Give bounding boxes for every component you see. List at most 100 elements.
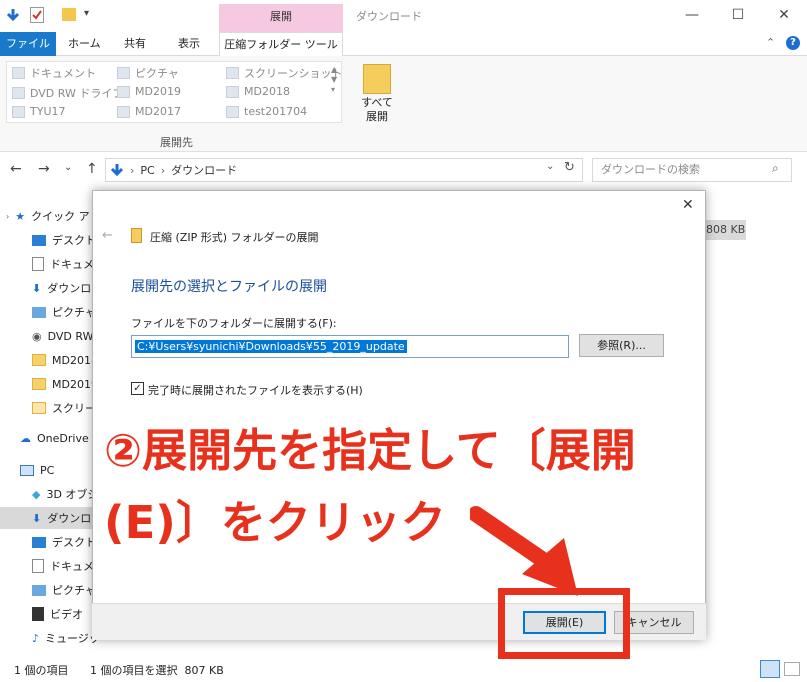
tab-home[interactable]: ホーム	[58, 32, 111, 56]
film-icon	[32, 607, 44, 621]
folder-icon	[226, 67, 239, 79]
annotation-highlight-box	[498, 588, 630, 659]
tab-share[interactable]: 共有	[114, 32, 156, 56]
folder-icon	[226, 105, 239, 118]
help-icon[interactable]: ?	[786, 36, 800, 50]
recent-dropdown-icon[interactable]: ⌄	[64, 162, 72, 173]
nav-item-dvd[interactable]: ◉ DVD RW	[32, 325, 93, 347]
refresh-icon[interactable]: ↻	[564, 160, 575, 175]
address-dropdown-icon[interactable]: ⌄	[546, 161, 554, 172]
nav-item-3d-objects[interactable]: ◆ 3D オブジ	[32, 483, 98, 505]
extract-all-label: すべて 展開	[361, 96, 393, 123]
nav-item-pictures[interactable]: ピクチャ	[32, 301, 96, 323]
dvd-drive-icon	[12, 87, 25, 99]
maximize-button[interactable]: ☐	[715, 0, 761, 32]
nav-item-pictures-pc[interactable]: ピクチャ	[32, 579, 96, 601]
document-icon	[32, 257, 44, 271]
collapse-ribbon-icon[interactable]: ⌃	[766, 36, 775, 49]
download-arrow-icon[interactable]	[6, 8, 20, 22]
navigation-pane: › ★ クイック ア デスクトッ ドキュメン ⬇ ダウンロー ピクチャ ◉ DVD RW…	[0, 200, 107, 655]
dialog-close-button[interactable]: ✕	[682, 197, 694, 213]
back-icon[interactable]: ←	[10, 161, 22, 177]
gallery-item-md2017[interactable]: MD2017	[117, 105, 181, 118]
search-input[interactable]: ダウンロードの検索	[592, 158, 792, 182]
nav-item-videos[interactable]: ビデオ	[32, 603, 83, 625]
tab-view[interactable]: 表示	[168, 32, 210, 56]
window-title: ダウンロード	[356, 10, 422, 23]
star-icon: ★	[15, 209, 26, 223]
zip-folder-icon	[363, 64, 391, 94]
breadcrumb-downloads[interactable]: ダウンロード	[171, 162, 237, 178]
desktop-icon	[32, 234, 46, 246]
close-window-button[interactable]: ✕	[761, 0, 807, 32]
annotation-line-1: ②展開先を指定して〔展開	[104, 424, 636, 477]
folder-icon	[32, 378, 46, 390]
details-view-icon[interactable]	[760, 660, 780, 678]
picture-icon	[32, 306, 46, 318]
picture-icon	[32, 584, 46, 596]
nav-item-md2018[interactable]: MD2018	[32, 349, 98, 371]
gallery-item-documents[interactable]: ドキュメント	[12, 65, 96, 81]
breadcrumb-pc[interactable]: PC	[140, 164, 154, 177]
folder-icon	[117, 105, 130, 118]
large-icons-view-icon[interactable]	[784, 662, 800, 676]
folder-icon	[32, 354, 46, 366]
nav-onedrive[interactable]: ☁ OneDrive	[20, 427, 89, 449]
dialog-title: 圧縮 (ZIP 形式) フォルダーの展開	[150, 231, 319, 244]
cloud-icon: ☁	[20, 431, 31, 445]
show-files-checkbox[interactable]: ✓	[131, 382, 144, 395]
annotation-line-2: (E)〕をクリック	[104, 496, 446, 549]
destination-path-input[interactable]: C:¥Users¥syunichi¥Downloads¥55_2019_upda…	[131, 335, 569, 358]
dialog-back-icon[interactable]: ←	[102, 228, 113, 243]
extract-all-button[interactable]: すべて 展開	[351, 62, 403, 132]
file-size-cell: 808 KB	[706, 220, 746, 240]
dvd-icon: ◉	[32, 329, 42, 343]
gallery-item-pictures[interactable]: ピクチャ	[117, 65, 179, 81]
nav-item-md2019[interactable]: MD2019	[32, 373, 98, 395]
downloads-icon	[110, 164, 124, 177]
gallery-item-md2019[interactable]: MD2019	[117, 85, 181, 98]
gallery-item-tyu17[interactable]: TYU17	[12, 105, 66, 118]
gallery-item-dvd[interactable]: DVD RW ドライブ	[12, 85, 123, 101]
minimize-button[interactable]: —	[669, 0, 715, 32]
gallery-item-test201704[interactable]: test201704	[226, 105, 307, 118]
properties-icon[interactable]	[30, 7, 44, 23]
context-tab-extract: 展開	[219, 4, 343, 32]
show-files-label: 完了時に展開されたファイルを表示する(H)	[148, 384, 363, 397]
new-folder-icon[interactable]	[62, 8, 76, 21]
status-selected: 1 個の項目を選択 807 KB	[90, 664, 224, 677]
tab-compressed-folder-tools[interactable]: 圧縮フォルダー ツール	[219, 32, 343, 57]
download-icon: ⬇	[32, 511, 42, 525]
status-item-count: 1 個の項目	[14, 664, 69, 677]
nav-pc[interactable]: PC	[20, 459, 54, 481]
zip-icon	[131, 228, 142, 243]
destination-path-value: C:¥Users¥syunichi¥Downloads¥55_2019_upda…	[135, 340, 407, 353]
gallery-item-screenshots[interactable]: スクリーンショット	[226, 65, 342, 81]
pictures-icon	[117, 67, 130, 79]
browse-button[interactable]: 参照(R)...	[579, 334, 664, 357]
nav-item-music[interactable]: ♪ ミュージッ	[32, 627, 100, 649]
tab-file[interactable]: ファイル	[0, 32, 56, 56]
folder-icon	[117, 85, 130, 98]
destination-label: ファイルを下のフォルダーに展開する(F):	[131, 317, 337, 330]
annotation-arrow	[470, 506, 578, 596]
breadcrumb: › PC › ダウンロード	[110, 162, 237, 178]
nav-quick-access[interactable]: › ★ クイック ア	[6, 205, 90, 227]
folder-icon	[12, 105, 25, 118]
forward-icon[interactable]: →	[38, 161, 50, 177]
folder-icon	[226, 85, 239, 98]
group-label-destination: 展開先	[160, 136, 193, 149]
qat-dropdown-icon[interactable]: ▾	[84, 8, 89, 19]
download-icon: ⬇	[32, 281, 42, 295]
desktop-icon	[32, 536, 46, 548]
dialog-heading: 展開先の選択とファイルの展開	[131, 279, 327, 295]
document-icon	[32, 559, 44, 573]
nav-item-downloads-selected[interactable]: ⬇ ダウンロー	[0, 507, 102, 529]
pc-icon	[20, 464, 34, 476]
gallery-scroll[interactable]: ▲ ▼ ▾	[331, 65, 337, 95]
up-icon[interactable]: ↑	[86, 161, 98, 177]
gallery-item-md2018[interactable]: MD2018	[226, 85, 290, 98]
folder-icon	[32, 402, 46, 414]
music-icon: ♪	[32, 631, 40, 645]
documents-icon	[12, 67, 25, 79]
